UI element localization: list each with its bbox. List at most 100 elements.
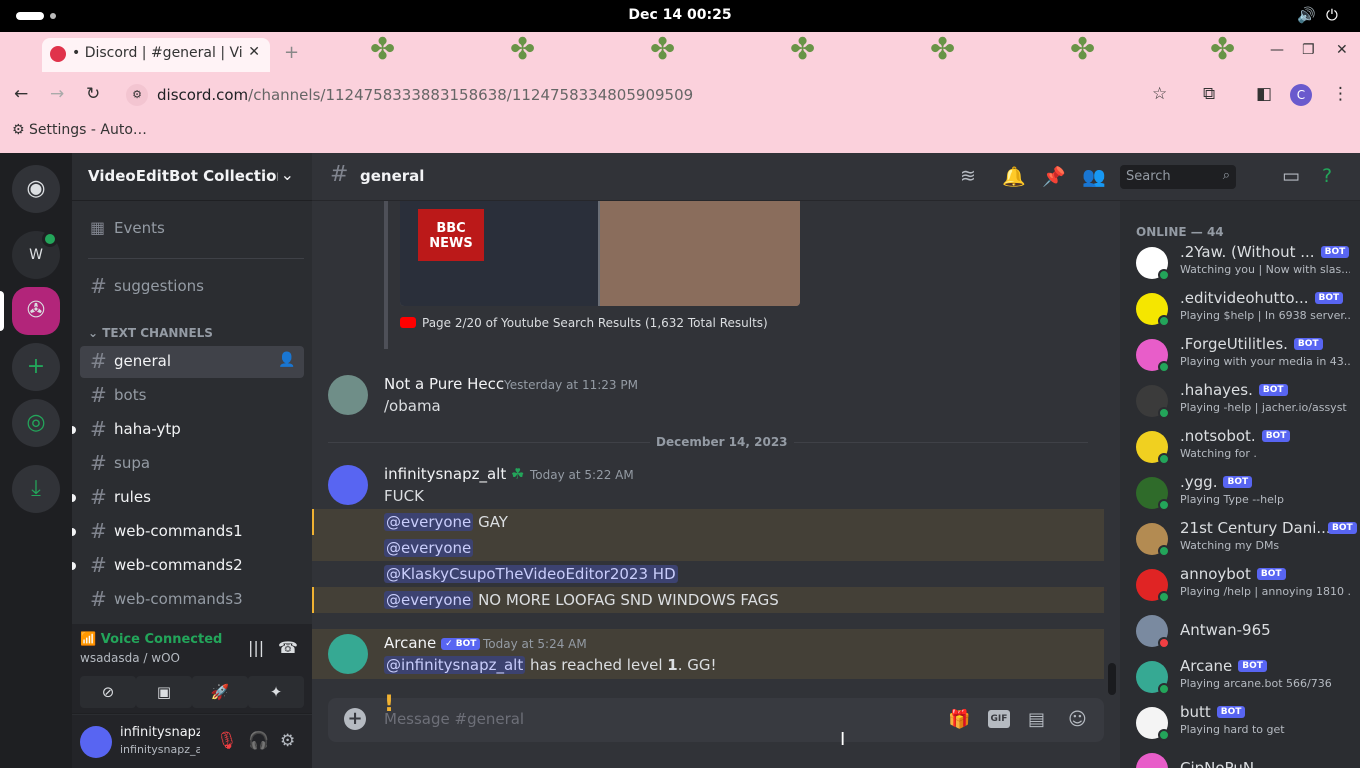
member-item[interactable]: .2Yaw. (Without ... BOT Watching you | Now… [1128,241,1360,285]
forward-button[interactable]: → [50,84,64,104]
channel-sidebar: VideoEditBot Collection 1.0 ⌄ ▦ Events #… [72,153,312,768]
embed-image-right [600,201,800,306]
volume-icon[interactable]: 🔊 [1297,6,1316,24]
message-input[interactable]: Message #general [384,710,524,728]
settings-gear-icon[interactable]: ⚙ [280,731,295,751]
member-item[interactable]: .notsobot. BOT Watching for . [1128,425,1360,469]
camera-off-button[interactable]: ⊘ [80,676,136,708]
channel-bots[interactable]: # bots [80,380,304,412]
reload-button[interactable]: ↻ [86,84,100,104]
member-item[interactable]: .hahayes. BOT Playing -help | jacher.io/as… [1128,379,1360,423]
mention-pill[interactable]: @everyone [384,513,474,531]
extensions-icon[interactable]: ⧉ [1203,84,1215,104]
member-item[interactable]: .ForgeUtilitles. BOT Playing with your med… [1128,333,1360,377]
mention-pill[interactable]: @infinitysnapz_alt [384,656,526,674]
side-panel-icon[interactable]: ◧ [1256,84,1272,104]
user-name[interactable]: infinitysnapz_alt [120,725,200,740]
message-author[interactable]: Not a Pure Hecc [384,375,504,393]
search-box[interactable]: Search ⌕ [1120,165,1236,189]
notification-bell-icon[interactable]: 🔔 [1002,165,1026,188]
bookmark-settings-auto[interactable]: ⚙ Settings - Auto… [12,122,147,138]
member-item[interactable]: Arcane BOT Playing arcane.bot 566/736 [1128,655,1360,699]
mention-pill[interactable]: @KlaskyCsupoTheVideoEditor2023 HD [384,565,678,583]
clock[interactable]: Dec 14 00:25 [0,7,1360,23]
emoji-icon[interactable]: ☺ [1068,709,1087,730]
gift-icon[interactable]: 🎁 [948,709,970,730]
member-list-icon[interactable]: 👥 [1082,165,1106,188]
screen-share-button[interactable]: ▣ [136,676,192,708]
channel-name: rules [114,488,151,506]
category-text-channels[interactable]: ⌄ TEXT CHANNELS [88,326,213,340]
member-item[interactable]: .ygg. BOT Playing Type --help [1128,471,1360,515]
channel-web-commands1[interactable]: # web-commands1 [80,516,304,548]
message-avatar[interactable] [328,465,368,505]
channel-rules[interactable]: # rules [80,482,304,514]
power-icon[interactable]: ⏻ [1326,6,1338,24]
mention-pill[interactable]: @everyone [384,539,474,557]
gif-button[interactable]: GIF [988,710,1010,728]
member-name: .ForgeUtilitles. [1180,335,1288,353]
profile-avatar[interactable]: C [1290,84,1312,106]
channel-suggestions[interactable]: # suggestions [80,271,304,303]
headphones-icon[interactable]: 🎧 [248,731,269,751]
soundboard-button[interactable]: ✦ [248,676,304,708]
help-icon[interactable]: ? [1322,165,1332,187]
new-tab-button[interactable]: + [284,42,299,63]
chat-scrollbar[interactable] [1108,663,1116,695]
browser-tab[interactable]: • Discord | #general | Vid ✕ [42,38,270,72]
channel-web-commands2[interactable]: # web-commands2 [80,550,304,582]
disconnect-icon[interactable]: ☎ [278,638,298,657]
address-bar[interactable]: discord.com/channels/1124758333883158638… [157,86,693,104]
explore-servers-icon[interactable]: ◎ [12,399,60,447]
site-info-icon[interactable]: ⚙ [126,84,148,106]
download-apps-icon[interactable]: ⤓ [12,465,60,513]
channel-general[interactable]: # general 👤 [80,346,304,378]
member-item[interactable]: 21st Century Dani... BOT Watching my DMs [1128,517,1360,561]
voice-speaker-icon [42,231,58,247]
member-item[interactable]: .editvideohutto... BOT Playing $help | In … [1128,287,1360,331]
mute-mic-icon[interactable]: 🎙 [216,731,238,751]
channel-haha-ytp[interactable]: # haha-ytp [80,414,304,446]
mention-pill[interactable]: @everyone [384,591,474,609]
member-item[interactable]: butt BOT Playing hard to get [1128,701,1360,745]
message-avatar[interactable] [328,634,368,674]
browser-menu-icon[interactable]: ⋮ [1332,84,1349,104]
maximize-button[interactable]: ❐ [1302,42,1315,58]
back-button[interactable]: ← [14,84,28,104]
channel-web-commands3[interactable]: # web-commands3 [80,584,304,616]
member-item[interactable]: CipNoPuN [1128,747,1360,768]
message-author[interactable]: Arcane ✓ BOT [384,634,481,652]
member-item[interactable]: Antwan-965 [1128,609,1360,653]
theme-leaf-icon: ✤ [1070,32,1096,67]
server-videoeditbot[interactable]: ✇ [12,287,60,335]
user-avatar[interactable] [80,726,112,758]
channel-supa[interactable]: # supa [80,448,304,480]
member-status: Watching my DMs [1180,539,1280,552]
discord-home-icon[interactable]: ◉ [12,165,60,213]
inbox-icon[interactable]: ▭ [1282,165,1300,187]
close-window-button[interactable]: ✕ [1336,42,1348,58]
unread-indicator [72,528,76,536]
member-item[interactable]: annoybot BOT Playing /help | annoying 1810… [1128,563,1360,607]
events-item[interactable]: ▦ Events [80,213,304,245]
activities-button[interactable]: 🚀 [192,676,248,708]
pin-icon[interactable]: 📌 [1042,165,1066,188]
sticker-icon[interactable]: ▤ [1028,709,1045,730]
tab-close-icon[interactable]: ✕ [248,44,260,60]
channel-name: haha-ytp [114,420,181,438]
minimize-button[interactable]: — [1270,42,1284,58]
message-composer[interactable]: + Message #general 🎁 GIF ▤ ☺ [328,698,1104,742]
threads-icon[interactable]: ≋ [960,165,976,187]
embed-image[interactable]: BBC NEWS [400,201,800,306]
message-avatar[interactable] [328,375,368,415]
bbc-logo-line2: NEWS [429,236,473,251]
bookmark-star-icon[interactable]: ☆ [1152,84,1167,104]
add-server-icon[interactable]: + [12,343,60,391]
noise-suppression-icon[interactable]: ||| [248,638,264,657]
voice-status[interactable]: 📶 Voice Connected [80,632,222,647]
voice-location[interactable]: wsadasda / wOO [80,651,180,665]
guild-header[interactable]: VideoEditBot Collection 1.0 ⌄ [72,153,312,201]
create-invite-icon[interactable]: 👤 [278,352,295,368]
attach-plus-icon[interactable]: + [344,708,366,730]
message-author[interactable]: infinitysnapz_alt ☘ [384,465,524,483]
